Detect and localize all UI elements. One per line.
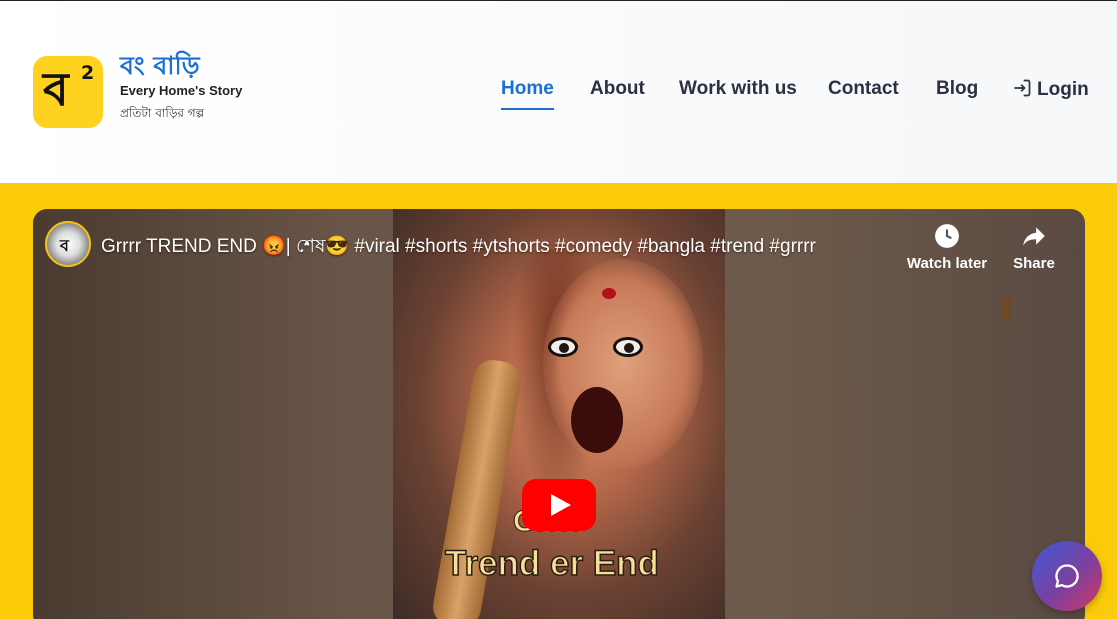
share-icon: [1023, 227, 1045, 246]
video-bindi: [602, 288, 616, 299]
brand-tagline: Every Home's Story: [120, 83, 243, 98]
nav-work-with-us-label: Work with us: [679, 78, 797, 99]
watch-later-label: Watch later: [906, 255, 988, 272]
video-player[interactable]: Grrrr Trend er End ব Grrrr TREND END 😡| …: [33, 209, 1085, 619]
active-underline: [501, 108, 554, 110]
logo-superscript: 2: [81, 62, 95, 84]
nav-login-label: Login: [1037, 79, 1089, 100]
avatar-mark: ব: [60, 236, 69, 255]
video-overlay-line2: Trend er End: [444, 543, 659, 584]
nav-work-with-us[interactable]: Work with us: [679, 78, 797, 100]
nav-blog-label: Blog: [936, 78, 979, 99]
chat-icon: [1055, 564, 1079, 588]
video-eye-right: [613, 337, 643, 357]
video-background-object: [1002, 297, 1012, 321]
video-mouth: [571, 387, 623, 453]
site-logo[interactable]: ব 2: [33, 56, 103, 128]
nav-about-label: About: [590, 78, 645, 99]
watch-later-button[interactable]: Watch later: [905, 223, 989, 272]
play-icon[interactable]: [522, 479, 596, 531]
nav-contact-label: Contact: [828, 78, 899, 99]
login-icon: [1014, 79, 1031, 97]
video-frame: Grrrr Trend er End: [393, 209, 725, 619]
video-title[interactable]: Grrrr TREND END 😡| শেষ😎 #viral #shorts #…: [101, 232, 816, 264]
video-face: [543, 259, 703, 469]
video-eye-left: [548, 337, 578, 357]
share-label: Share: [1013, 255, 1055, 272]
chat-widget-button[interactable]: [1032, 541, 1102, 611]
share-button[interactable]: Share: [1005, 223, 1063, 272]
channel-avatar[interactable]: ব: [45, 221, 91, 267]
clock-icon: [935, 224, 959, 248]
nav-blog[interactable]: Blog: [936, 78, 978, 100]
nav-about[interactable]: About: [590, 78, 645, 100]
site-header: ব 2 বং বাড়ি Every Home's Story প্রতিটা …: [0, 1, 1117, 183]
nav-contact[interactable]: Contact: [828, 78, 899, 100]
brand-subtagline: প্রতিটা বাড়ির গল্প: [120, 106, 205, 120]
nav-login[interactable]: Login: [1012, 78, 1089, 101]
nav-home-label: Home: [501, 78, 554, 99]
logo-glyph: ব: [43, 62, 69, 116]
nav-home[interactable]: Home: [501, 78, 554, 110]
